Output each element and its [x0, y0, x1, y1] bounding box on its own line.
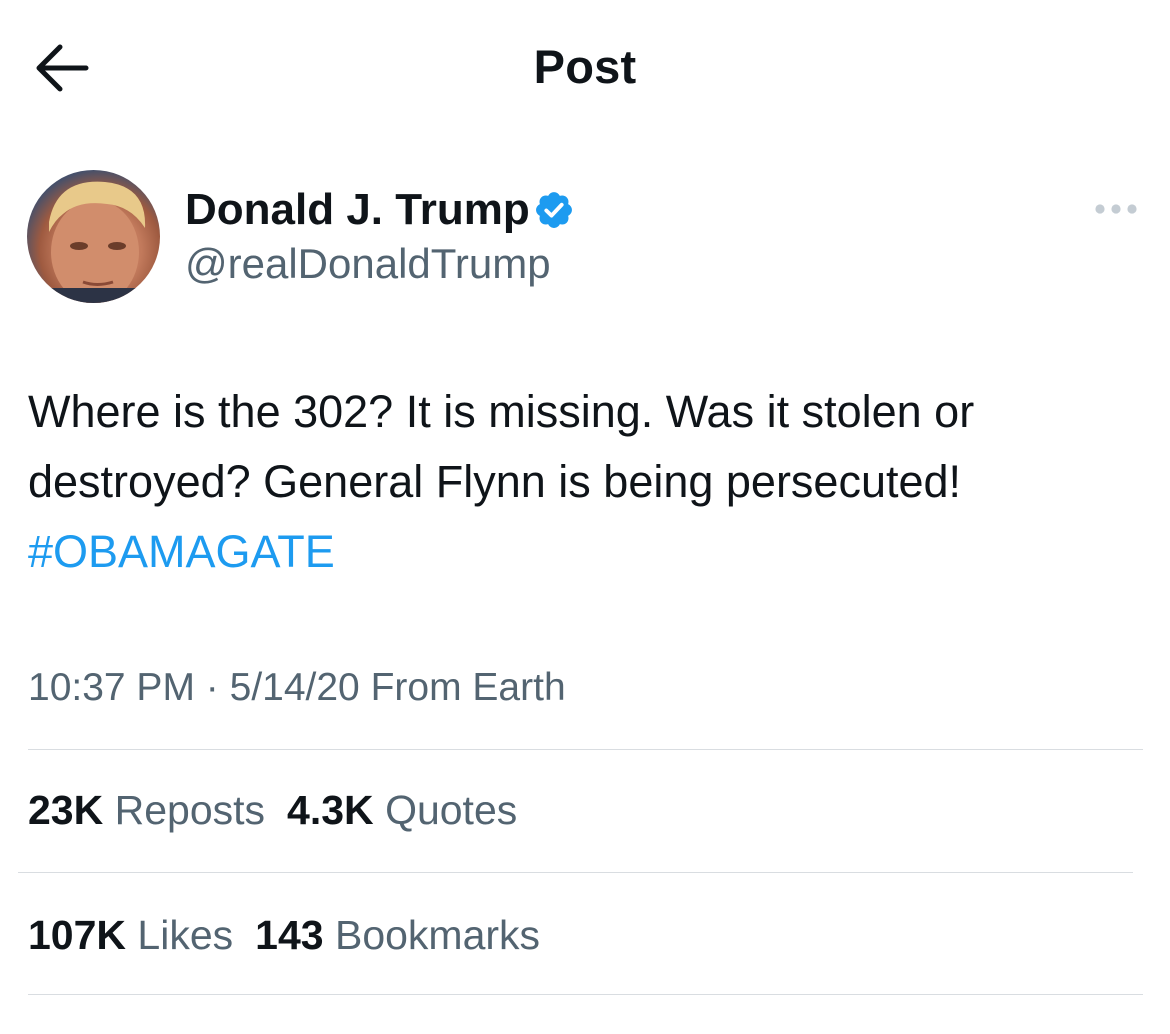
divider — [28, 749, 1143, 750]
more-horizontal-icon — [1095, 204, 1137, 214]
stats-row-likes: 107K Likes 143 Bookmarks — [28, 909, 540, 961]
author-handle[interactable]: @realDonaldTrump — [185, 238, 551, 290]
likes-stat[interactable]: 107K Likes — [28, 909, 233, 961]
divider — [18, 872, 1133, 873]
quotes-count: 4.3K — [287, 787, 374, 833]
verified-badge-icon — [536, 192, 572, 228]
likes-count: 107K — [28, 912, 127, 958]
timestamp-date[interactable]: 5/14/20 — [230, 666, 360, 709]
tweet-meta: 10:37 PM · 5/14/20 From Earth — [28, 662, 566, 714]
bookmarks-stat[interactable]: 143 Bookmarks — [255, 909, 540, 961]
meta-separator: · — [205, 666, 219, 709]
reposts-label: Reposts — [114, 787, 266, 833]
stats-row-reposts: 23K Reposts 4.3K Quotes — [28, 784, 517, 836]
author-name[interactable]: Donald J. Trump — [185, 183, 530, 237]
top-bar: Post — [0, 0, 1170, 135]
hashtag-link[interactable]: #OBAMAGATE — [28, 517, 1148, 587]
reposts-stat[interactable]: 23K Reposts — [28, 784, 265, 836]
bookmarks-label: Bookmarks — [334, 912, 541, 958]
post-location: From Earth — [370, 666, 566, 709]
tweet-text: Where is the 302? It is missing. Was it … — [28, 377, 1148, 587]
more-button[interactable] — [1090, 196, 1142, 222]
quotes-stat[interactable]: 4.3K Quotes — [287, 784, 517, 836]
timestamp-time[interactable]: 10:37 PM — [28, 666, 195, 709]
avatar-photo — [27, 181, 160, 303]
tweet-text-line: destroyed? General Flynn is being persec… — [28, 456, 962, 507]
avatar[interactable] — [27, 170, 160, 303]
quotes-label: Quotes — [385, 787, 518, 833]
likes-label: Likes — [137, 912, 234, 958]
reposts-count: 23K — [28, 787, 104, 833]
page-title: Post — [533, 40, 637, 93]
bookmarks-count: 143 — [255, 912, 324, 958]
tweet-text-line: Where is the 302? It is missing. Was it … — [28, 386, 975, 437]
divider — [28, 994, 1143, 995]
